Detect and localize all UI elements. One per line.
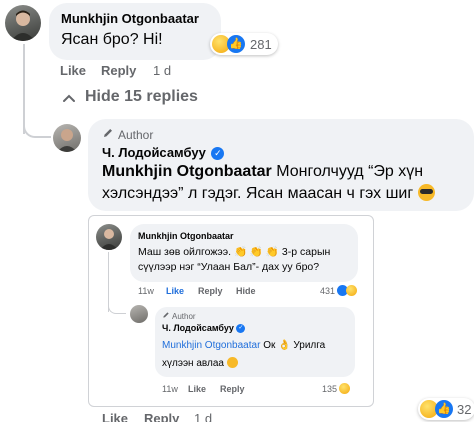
reaction-count: 281 (250, 36, 272, 52)
thread-curve (23, 118, 51, 138)
embedded-author-badge: Author (162, 311, 196, 321)
embedded-timestamp: 11w (138, 286, 154, 296)
embedded-reply-reply: Reply (220, 384, 245, 394)
embedded-text-1b: 3-р сарын (281, 246, 331, 258)
embedded-reply: Reply (198, 286, 223, 296)
reply-text-1: Монголчууд “Эр хүн (276, 163, 424, 180)
reactions-summary[interactable]: 👍 281 (210, 33, 278, 55)
embedded-reply-author-name: Ч. Лодойсамбуу (162, 323, 234, 333)
pencil-icon (162, 311, 170, 321)
reply-author-name[interactable]: Ч. Лодойсамбуу (102, 145, 206, 160)
embedded-comment-line2: сүүлээр нэг “Улаан Бал”- дах уу бро? (138, 261, 320, 273)
embedded-mention: Munkhjin Otgonbaatar (162, 340, 261, 351)
clap-emoji-icon: 👏 👏 👏 (233, 246, 279, 258)
embedded-count: 431 (320, 285, 336, 296)
reply-text-2: хэлсэндээ” л гэдэг. Ясан маасан ч гэх ши… (102, 185, 414, 202)
mention-link[interactable]: Munkhjin Otgonbaatar (102, 163, 272, 180)
embedded-comment-author: Munkhjin Otgonbaatar (138, 231, 234, 241)
reply-button[interactable]: Reply (144, 411, 179, 422)
chevron-up-icon[interactable] (62, 90, 76, 102)
embedded-reply-count: 135 (322, 383, 338, 394)
embedded-comment-line1: Маш зөв ойлгожээ. 👏 👏 👏 3-р сарын (138, 245, 330, 258)
avatar (130, 305, 148, 323)
like-emoji-icon: 👍 (435, 400, 453, 418)
like-button[interactable]: Like (102, 411, 128, 422)
embedded-reply-like: Like (188, 384, 207, 394)
avatar (96, 224, 122, 250)
reply-text-line2: хэлсэндээ” л гэдэг. Ясан маасан ч гэх ши… (102, 184, 435, 203)
embedded-reply-ok: Ок (263, 340, 276, 351)
like-button[interactable]: Like (60, 63, 86, 78)
embedded-reply-text-2: хүлээн авлаа (162, 358, 224, 369)
embedded-reply-reaction-count: 135 (322, 383, 351, 394)
sunglasses-emoji-icon (417, 184, 435, 201)
embedded-reply-line2: хүлээн авлаа (162, 357, 238, 369)
reply-author[interactable]: Ч. Лодойсамбуу ✓ (102, 145, 225, 161)
comment-author[interactable]: Munkhjin Otgonbaatar (61, 11, 199, 26)
embedded-text-1: Маш зөв ойлгожээ. (138, 246, 232, 258)
embedded-reply-after: Урилга (293, 340, 326, 351)
smile-emoji-icon (226, 357, 238, 368)
embedded-thread-curve (108, 300, 126, 314)
comment-text: Ясан бро? Hi! (61, 31, 163, 48)
embedded-reaction-count: 431 (320, 285, 358, 296)
pencil-icon (102, 127, 114, 142)
verified-badge-icon: ✓ (236, 324, 246, 334)
reply-button[interactable]: Reply (101, 63, 136, 78)
author-badge: Author (102, 127, 153, 142)
verified-badge-icon: ✓ (211, 147, 225, 161)
reply-text-line1: Munkhjin Otgonbaatar Монголчууд “Эр хүн (102, 163, 423, 181)
author-tag-label: Author (118, 127, 154, 142)
reaction-count: 32 (457, 401, 472, 417)
embedded-hide: Hide (236, 286, 256, 296)
avatar[interactable] (5, 5, 41, 41)
hide-replies-button[interactable]: Hide 15 replies (85, 88, 198, 106)
embedded-reply-author: Ч. Лодойсамбуу ✓ (162, 323, 246, 334)
reactions-summary[interactable]: 👍 32 (418, 398, 474, 420)
reply-timestamp[interactable]: 1 d (194, 411, 212, 422)
avatar[interactable] (53, 124, 81, 152)
like-emoji-icon: 👍 (227, 35, 245, 53)
haha-emoji-icon (346, 285, 358, 296)
embedded-reply-timestamp: 11w (162, 384, 178, 394)
embedded-author-tag-label: Author (172, 311, 196, 321)
embedded-like: Like (166, 286, 185, 296)
comment-timestamp[interactable]: 1 d (153, 63, 171, 78)
ok-hand-emoji-icon: 👌 (278, 340, 291, 351)
embedded-reply-line1: Munkhjin Otgonbaatar Ок 👌 Урилга (162, 340, 325, 351)
haha-emoji-icon (339, 383, 351, 394)
